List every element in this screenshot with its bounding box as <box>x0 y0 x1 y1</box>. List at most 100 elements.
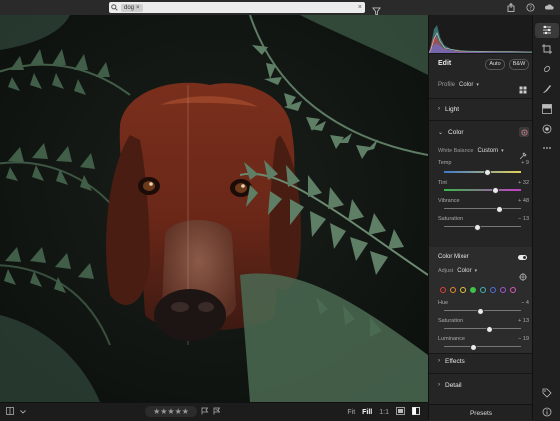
effects-section-header[interactable]: › Effects <box>429 355 533 367</box>
compare-view-icon[interactable] <box>396 407 405 417</box>
mixer-saturation-value[interactable]: + 13 <box>518 318 529 324</box>
before-after-icon[interactable] <box>412 407 420 417</box>
edit-sliders-icon[interactable] <box>542 25 552 35</box>
chip-close-icon[interactable]: × <box>136 4 140 12</box>
radial-gradient-icon[interactable] <box>542 124 552 134</box>
color-section-title: Color <box>448 128 464 136</box>
temp-track[interactable] <box>444 169 521 176</box>
target-adjust-icon[interactable] <box>519 268 527 286</box>
profile-value[interactable]: Color <box>459 82 473 88</box>
healing-brush-icon[interactable] <box>542 64 552 74</box>
search-tag-label: dog <box>124 4 135 11</box>
temp-label: Temp <box>438 160 452 166</box>
chevron-right-icon: › <box>438 382 440 388</box>
color-grading-icon[interactable] <box>519 127 529 137</box>
share-icon[interactable] <box>506 2 516 12</box>
swatch-purple[interactable] <box>500 287 506 293</box>
grid-view-icon[interactable] <box>6 407 14 417</box>
saturation-thumb[interactable] <box>474 224 482 231</box>
vibrance-thumb[interactable] <box>496 206 504 213</box>
tint-label: Tint <box>438 180 447 186</box>
profile-row[interactable]: Profile Color ▾ <box>438 82 479 88</box>
swatch-red[interactable] <box>440 287 446 293</box>
star-rating[interactable]: ★★★★★ <box>145 406 197 417</box>
mixer-saturation-thumb[interactable] <box>485 326 493 333</box>
luminance-value[interactable]: − 19 <box>518 336 529 342</box>
top-bar: dog × × ? <box>0 0 560 16</box>
info-icon[interactable] <box>542 407 552 417</box>
temp-thumb[interactable] <box>484 169 492 176</box>
crop-icon[interactable] <box>542 44 552 54</box>
chevron-down-icon: ▾ <box>476 82 479 88</box>
swatch-yellow[interactable] <box>460 287 466 293</box>
color-section-header[interactable]: ⌄ Color <box>429 126 533 138</box>
color-mixer-panel: Color Mixer Adjust Color ▾ Hue − 4 Satur… <box>429 247 533 353</box>
hue-value[interactable]: − 4 <box>521 300 529 306</box>
luminance-thumb[interactable] <box>470 344 478 351</box>
search-icon <box>109 3 119 13</box>
hue-thumb[interactable] <box>477 308 485 315</box>
zoom-1to1-option[interactable]: 1:1 <box>379 409 389 416</box>
presets-button[interactable]: Presets <box>429 404 533 421</box>
chevron-right-icon: › <box>438 358 440 364</box>
swatch-aqua[interactable] <box>480 287 486 293</box>
mixer-saturation-track[interactable] <box>444 326 521 333</box>
vibrance-track[interactable] <box>444 206 521 213</box>
filter-icon[interactable] <box>372 3 381 16</box>
auto-button[interactable]: Auto <box>485 59 505 70</box>
profile-label: Profile <box>438 82 456 88</box>
zoom-fill-option[interactable]: Fill <box>362 409 372 416</box>
light-section-header[interactable]: › Light <box>429 103 533 115</box>
histogram <box>428 15 534 54</box>
reject-flag-icon[interactable] <box>213 407 221 417</box>
search-tag-chip[interactable]: dog × <box>121 3 143 12</box>
white-balance-row[interactable]: White Balance Custom ▾ <box>438 148 504 154</box>
tool-rail <box>532 15 560 420</box>
adjust-value[interactable]: Color <box>457 268 471 274</box>
more-options-icon[interactable] <box>542 143 552 153</box>
clear-search-icon[interactable]: × <box>358 4 362 11</box>
mixer-saturation-label: Saturation <box>438 318 464 324</box>
help-icon[interactable]: ? <box>525 2 535 12</box>
swatch-orange[interactable] <box>450 287 456 293</box>
swatch-blue[interactable] <box>490 287 496 293</box>
saturation-value[interactable]: − 13 <box>518 216 529 222</box>
saturation-label: Saturation <box>438 216 464 222</box>
chevron-down-icon[interactable] <box>20 409 26 416</box>
panel-title: Edit <box>438 60 452 67</box>
photo-canvas[interactable] <box>0 15 428 402</box>
tag-icon[interactable] <box>542 388 552 398</box>
cloud-icon[interactable] <box>544 2 554 12</box>
color-swatches <box>440 287 516 293</box>
hue-track[interactable] <box>444 308 521 315</box>
chevron-down-icon: ⌄ <box>438 129 444 136</box>
hue-label: Hue <box>438 300 449 306</box>
chevron-down-icon: ▾ <box>474 268 478 274</box>
swatch-magenta[interactable] <box>510 287 516 293</box>
tint-track[interactable] <box>444 187 521 194</box>
light-section-title: Light <box>445 105 460 113</box>
luminance-track[interactable] <box>444 344 521 351</box>
bottom-bar: ★★★★★ Fit Fill 1:1 <box>0 402 428 421</box>
temp-value[interactable]: + 9 <box>521 160 529 166</box>
bw-button[interactable]: B&W <box>509 59 529 70</box>
pick-flag-icon[interactable] <box>201 407 209 417</box>
swatch-green[interactable] <box>470 287 476 293</box>
search-field[interactable]: dog × × <box>109 2 365 13</box>
effects-section-title: Effects <box>445 357 465 365</box>
zoom-fit-option[interactable]: Fit <box>347 409 355 416</box>
linear-gradient-icon[interactable] <box>542 104 552 114</box>
detail-section-header[interactable]: › Detail <box>429 379 533 391</box>
vibrance-value[interactable]: + 48 <box>518 198 529 204</box>
svg-text:?: ? <box>529 5 532 11</box>
saturation-track[interactable] <box>444 224 521 231</box>
adjust-row[interactable]: Adjust Color ▾ <box>438 268 477 274</box>
brush-icon[interactable] <box>542 84 552 94</box>
tint-value[interactable]: + 32 <box>518 180 529 186</box>
profile-browser-icon[interactable] <box>519 81 527 99</box>
white-balance-value[interactable]: Custom <box>477 148 498 154</box>
adjust-label: Adjust <box>438 268 454 274</box>
color-mixer-toggle[interactable] <box>518 255 527 260</box>
tint-thumb[interactable] <box>491 187 499 194</box>
luminance-label: Luminance <box>438 336 465 342</box>
